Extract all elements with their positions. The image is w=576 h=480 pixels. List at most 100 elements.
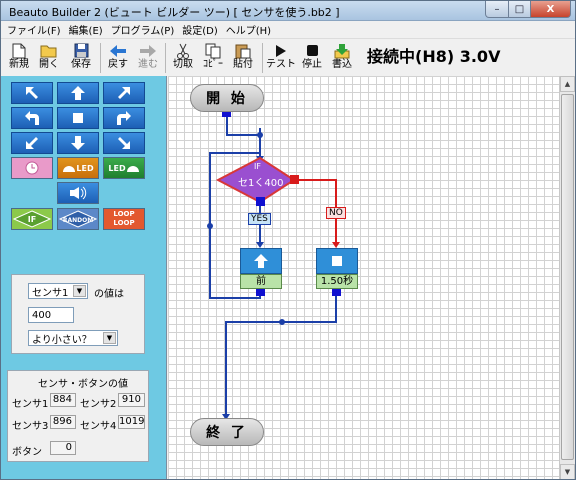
button-value: 0	[50, 441, 76, 455]
stop-block[interactable]	[316, 248, 358, 274]
play-icon	[275, 42, 287, 59]
menu-help[interactable]: ヘルプ(H)	[226, 22, 271, 37]
scroll-thumb[interactable]	[561, 94, 574, 460]
loop-block-button[interactable]: LOOP LOOP	[103, 208, 145, 230]
random-label: RANDOM	[63, 217, 93, 224]
sound-button[interactable]	[57, 182, 99, 204]
toolbar-separator	[100, 43, 101, 73]
toolbar-separator	[165, 43, 166, 73]
new-button[interactable]: 新規	[6, 42, 32, 74]
led-on-icon	[63, 166, 76, 172]
wait-block-label: 1.50秒	[316, 274, 358, 289]
junction-dot	[279, 319, 285, 325]
stop-icon	[306, 42, 319, 59]
threshold-input[interactable]: 400	[28, 307, 74, 323]
connection-status: 接続中(H8) 3.0V	[367, 47, 501, 66]
save-label: 保存	[71, 59, 91, 70]
sensor1-value: 884	[50, 393, 76, 407]
redo-button[interactable]: 進む	[135, 42, 161, 74]
paste-button[interactable]: 貼付	[230, 42, 256, 74]
connector-handle[interactable]	[290, 175, 299, 184]
comparison-select[interactable]: より小さい？ ▼	[28, 330, 118, 346]
clipboard-icon	[235, 42, 251, 59]
threshold-value: 400	[32, 309, 52, 321]
minimize-button[interactable]: –	[485, 1, 509, 18]
connector-handle[interactable]	[256, 197, 265, 206]
stop-button[interactable]: 停止	[299, 42, 325, 74]
value-suffix-label: の値は	[94, 289, 124, 300]
window-controls: – □ X	[485, 1, 571, 19]
write-button[interactable]: 書込	[329, 42, 355, 74]
loop-bottom-label: LOOP	[113, 219, 135, 227]
forward-button[interactable]	[57, 82, 99, 104]
clock-icon	[25, 161, 39, 175]
open-button[interactable]: 開く	[36, 42, 62, 74]
rotate-left-icon	[25, 111, 39, 125]
test-button[interactable]: テスト	[266, 42, 296, 74]
stop-label: 停止	[302, 59, 322, 70]
start-node[interactable]: 開 始	[190, 84, 264, 112]
stop-motor-button[interactable]	[57, 107, 99, 129]
save-button[interactable]: 保存	[67, 42, 95, 74]
spin-left-button[interactable]	[11, 107, 53, 129]
sensor2-value: 910	[118, 393, 145, 407]
button-label: ボタン	[12, 447, 42, 458]
led-off-icon	[126, 166, 139, 172]
sensor-select[interactable]: センサ1 ▼	[28, 283, 88, 299]
arrow-down-left-icon	[26, 137, 38, 149]
forward-block[interactable]	[240, 248, 282, 274]
block-palette: LED LED IF RANDOM LOOP LOOP センサ1 ▼ の値は 4…	[1, 76, 167, 479]
led-on-button[interactable]: LED	[57, 157, 99, 179]
write-label: 書込	[332, 59, 352, 70]
menu-settings[interactable]: 設定(D)	[182, 22, 218, 37]
maximize-button[interactable]: □	[509, 1, 531, 18]
arrow-up-right-icon	[118, 87, 130, 99]
redo-label: 進む	[138, 59, 158, 70]
canvas-grid[interactable]: 開 始 IF セ1く400 YES NO 前 1.50秒 終 了	[168, 76, 559, 479]
copy-icon	[205, 42, 221, 59]
vertical-scrollbar[interactable]: ▲ ▼	[559, 76, 575, 479]
sensor-select-value: センサ1	[32, 287, 69, 299]
sensor-values-title: センサ・ボタンの値	[38, 379, 128, 390]
close-button[interactable]: X	[531, 1, 571, 18]
timer-button[interactable]	[11, 157, 53, 179]
turn-up-right-button[interactable]	[103, 82, 145, 104]
flowchart-canvas[interactable]: 開 始 IF セ1く400 YES NO 前 1.50秒 終 了 ▲ ▼	[168, 76, 575, 479]
title-bar[interactable]: Beauto Builder 2 (ビュート ビルダー ツー) [ センサを使う…	[1, 1, 575, 21]
arrow-down-icon	[71, 136, 85, 150]
new-label: 新規	[9, 59, 29, 70]
loop-top-label: LOOP	[113, 210, 135, 218]
undo-button[interactable]: 戻す	[105, 42, 131, 74]
no-label: NO	[326, 207, 346, 219]
if-label: IF	[28, 215, 36, 224]
menu-edit[interactable]: 編集(E)	[69, 22, 103, 37]
square-stop-icon	[332, 256, 342, 266]
copy-label: ｺﾋﾟｰ	[203, 59, 223, 70]
scroll-down-icon[interactable]: ▼	[560, 464, 575, 479]
turn-up-left-button[interactable]	[11, 82, 53, 104]
floppy-icon	[74, 42, 89, 59]
window-title: Beauto Builder 2 (ビュート ビルダー ツー) [ センサを使う…	[9, 6, 340, 19]
scroll-up-icon[interactable]: ▲	[560, 76, 575, 92]
rotate-right-icon	[117, 111, 131, 125]
copy-button[interactable]: ｺﾋﾟｰ	[200, 42, 226, 74]
if-block-button[interactable]: IF	[11, 208, 53, 230]
end-node[interactable]: 終 了	[190, 418, 264, 446]
turn-down-left-button[interactable]	[11, 132, 53, 154]
random-block-button[interactable]: RANDOM	[57, 208, 99, 230]
junction-dot	[207, 223, 213, 229]
backward-button[interactable]	[57, 132, 99, 154]
cut-button[interactable]: 切取	[169, 42, 197, 74]
sensor3-label: センサ3	[12, 421, 49, 432]
arrow-up-icon	[71, 86, 85, 100]
menu-program[interactable]: プログラム(P)	[111, 22, 175, 37]
condition-editor: センサ1 ▼ の値は 400 より小さい？ ▼	[11, 274, 145, 354]
menu-file[interactable]: ファイル(F)	[7, 22, 61, 37]
square-stop-icon	[73, 113, 83, 123]
if-tag: IF	[254, 162, 261, 171]
led-off-button[interactable]: LED	[103, 157, 145, 179]
turn-down-right-button[interactable]	[103, 132, 145, 154]
spin-right-button[interactable]	[103, 107, 145, 129]
arrow-down-right-icon	[118, 137, 130, 149]
scissors-icon	[177, 42, 189, 59]
